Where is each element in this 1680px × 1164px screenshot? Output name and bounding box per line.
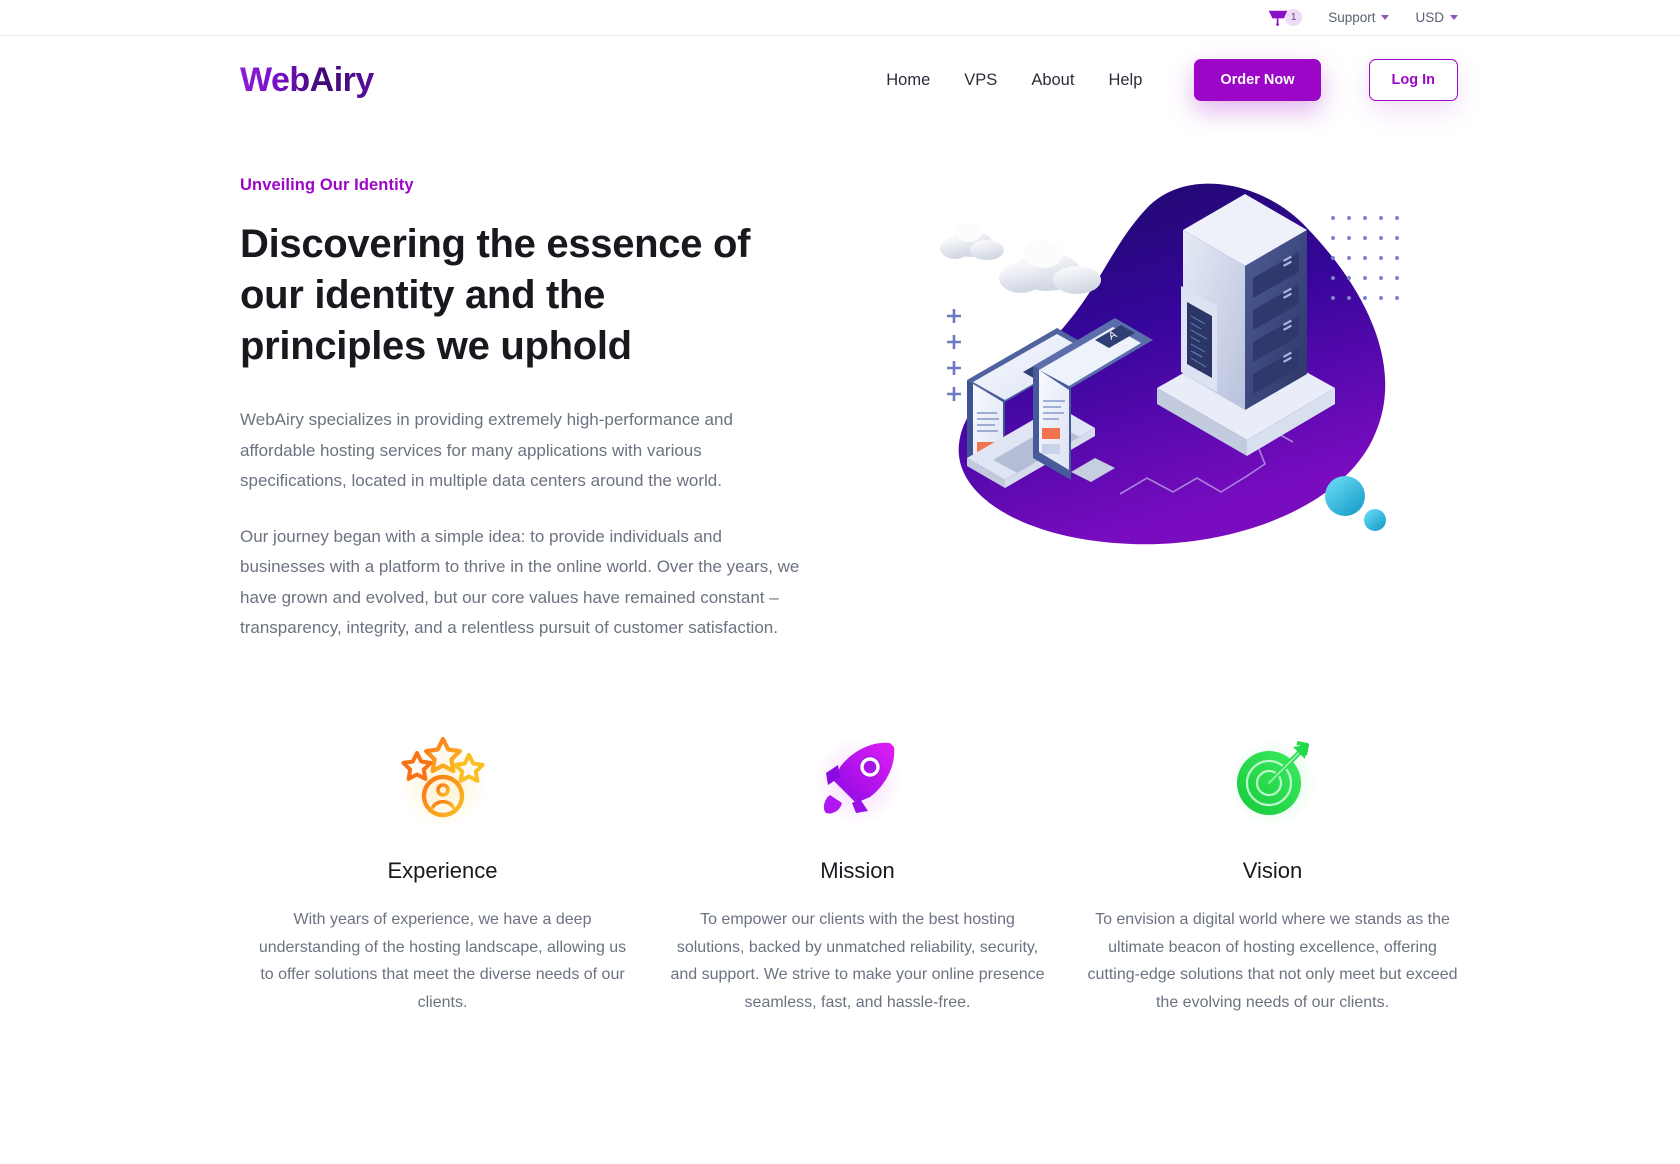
isometric-server-hosting-illustration: A [940,183,1399,545]
feature-description: With years of experience, we have a deep… [258,911,627,1011]
top-utility-bar: 1 Support USD [0,0,1680,36]
cart-count-badge: 1 [1285,9,1303,26]
feature-title: Mission [820,858,895,884]
hero-copy: Unveiling Our Identity Discovering the e… [240,176,820,669]
feature-title: Vision [1242,858,1303,884]
hero-paragraph-2: Our journey began with a simple idea: to… [240,527,800,637]
nav-item-home[interactable]: Home [886,71,930,90]
page-title: Discovering the essence of our identity … [240,222,751,368]
main-navigation: Home VPS About Help Order Now Log In [886,59,1458,101]
decor-sphere-large [1325,476,1365,516]
server-rack [1181,194,1307,410]
chevron-down-icon [1450,15,1458,20]
stars-user-rating-icon [253,724,632,834]
hero-illustration: A [840,176,1500,606]
feature-card-mission: Mission To empower our clients with the … [650,724,1065,1016]
feature-card-vision: Vision To envision a digital world where… [1065,724,1480,1016]
support-menu[interactable]: Support [1328,10,1390,25]
nav-item-about[interactable]: About [1031,71,1074,90]
feature-card-experience: Experience With years of experience, we … [235,724,650,1016]
cloud-icon [999,240,1101,294]
currency-menu-label: USD [1415,10,1444,25]
feature-title: Experience [387,858,498,884]
site-header: WebAiry Home VPS About Help Order Now Lo… [0,36,1680,124]
feature-description: To envision a digital world where we sta… [1087,911,1458,1011]
hero-section: Unveiling Our Identity Discovering the e… [0,124,1680,669]
cart-button[interactable]: 1 [1267,9,1303,26]
nav-item-vps[interactable]: VPS [964,71,997,90]
site-logo[interactable]: WebAiry [240,61,374,100]
rocket-icon [668,724,1047,834]
decor-sphere-small [1364,509,1386,531]
cloud-icon [940,222,1004,260]
target-arrow-icon [1083,724,1462,834]
feature-description: To empower our clients with the best hos… [670,911,1045,1011]
support-menu-label: Support [1328,10,1376,25]
hero-eyebrow: Unveiling Our Identity [240,176,414,194]
hero-paragraph-1: WebAiry specializes in providing extreme… [240,410,733,490]
nav-item-help[interactable]: Help [1108,71,1142,90]
plus-decor-icons [947,309,961,401]
currency-menu[interactable]: USD [1415,10,1458,25]
log-in-button[interactable]: Log In [1368,59,1458,101]
features-section: Experience With years of experience, we … [0,669,1680,1016]
order-now-button[interactable]: Order Now [1194,59,1321,101]
chevron-down-icon [1381,15,1390,20]
